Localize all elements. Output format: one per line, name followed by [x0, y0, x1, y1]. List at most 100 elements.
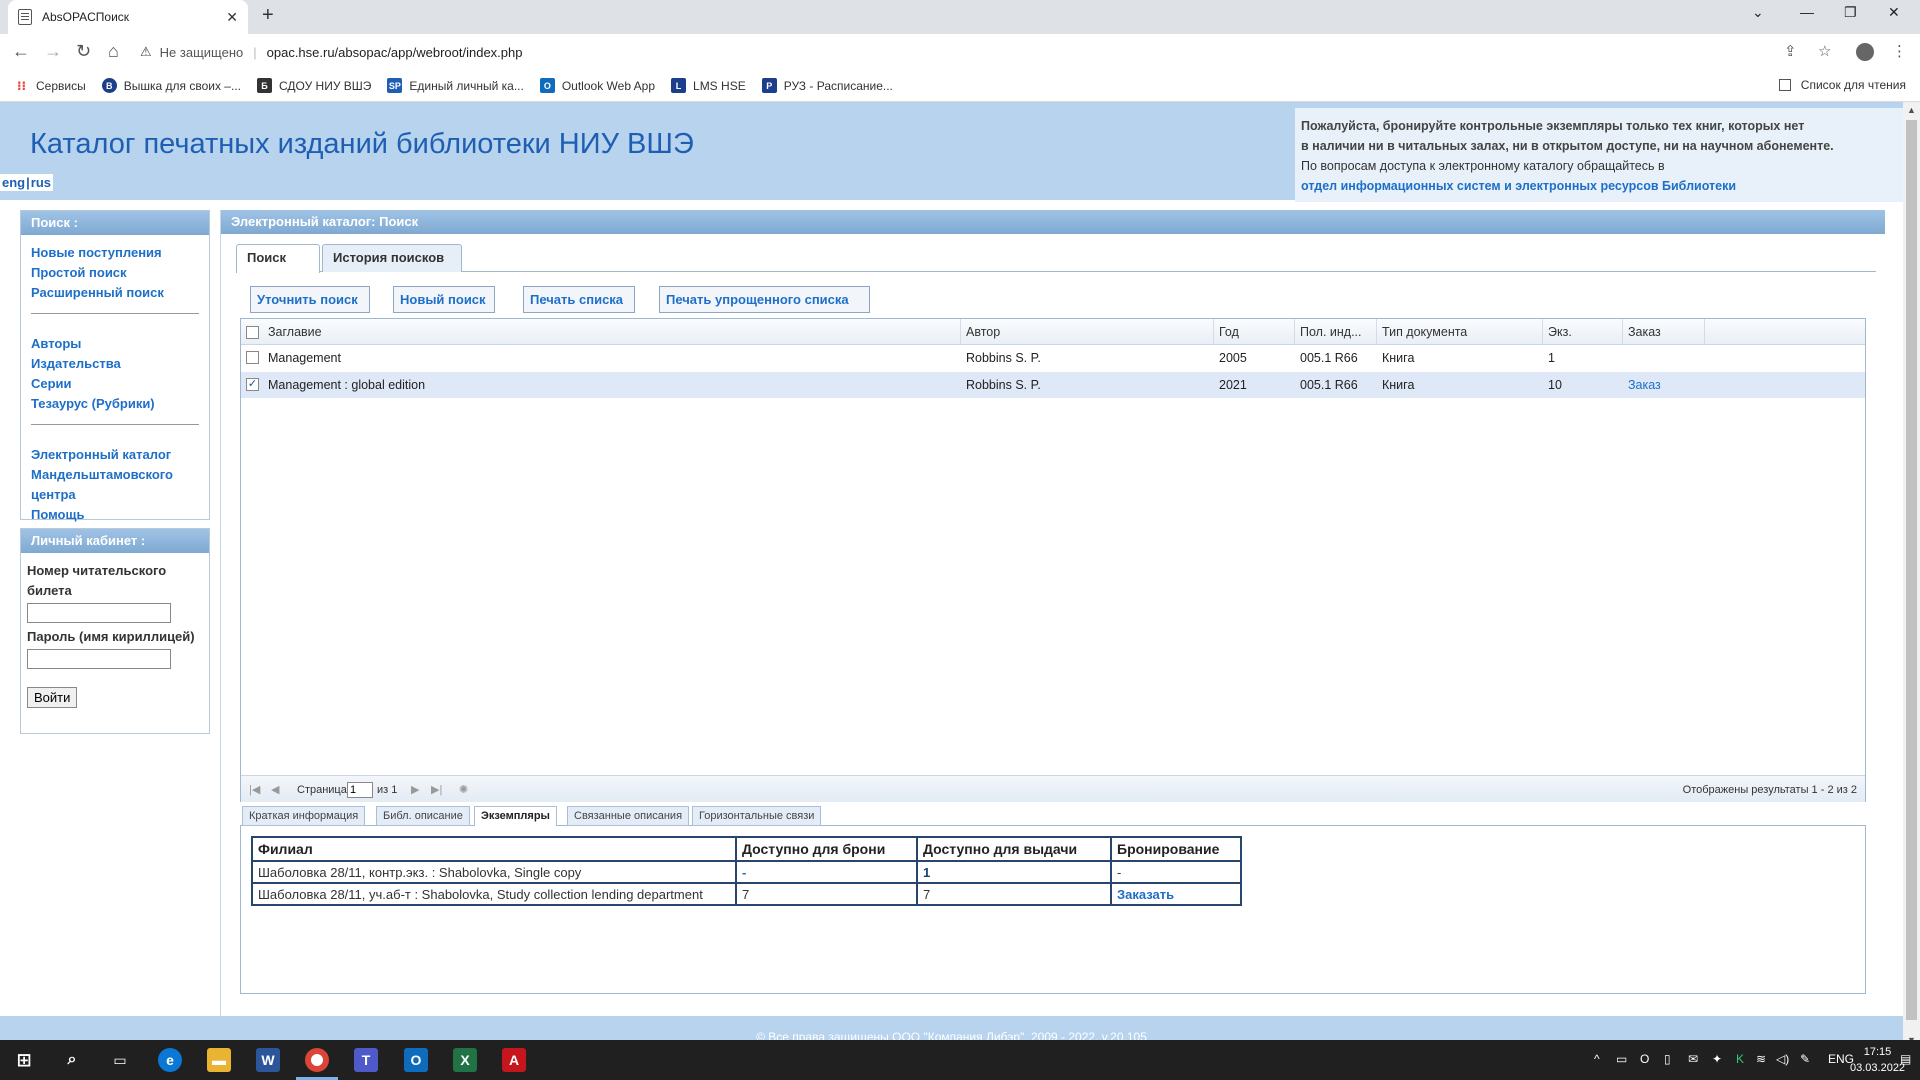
first-page-icon[interactable]: |◀ — [249, 783, 260, 796]
acrobat-icon[interactable]: A — [502, 1048, 526, 1072]
new-tab-button[interactable]: + — [262, 4, 274, 27]
tab-brief-info[interactable]: Краткая информация — [242, 806, 366, 826]
tray-volume-icon[interactable]: ◁) — [1776, 1052, 1789, 1066]
excel-icon[interactable]: X — [453, 1048, 477, 1072]
print-simple-list-button[interactable]: Печать упрощенного списка — [659, 286, 870, 313]
tray-teams-icon[interactable]: ✦ — [1712, 1052, 1722, 1066]
file-explorer-icon[interactable]: ▬ — [207, 1048, 231, 1072]
notifications-icon[interactable]: ▤ — [1900, 1052, 1911, 1066]
sidebar-link-help[interactable]: Помощь — [31, 505, 199, 525]
teams-icon[interactable]: T — [354, 1048, 378, 1072]
tray-wifi-icon[interactable]: ≋ — [1756, 1052, 1766, 1066]
search-tabs: Поиск История поисков — [236, 244, 1876, 273]
sidebar-link-publishers[interactable]: Издательства — [31, 354, 199, 374]
taskbar-clock[interactable]: 17:15 03.03.2022 — [1850, 1044, 1905, 1076]
refresh-icon[interactable]: ✺ — [459, 783, 468, 796]
search-icon[interactable]: ⌕ — [60, 1048, 84, 1072]
sidebar-link-series[interactable]: Серии — [31, 374, 199, 394]
col-order[interactable]: Заказ — [1623, 319, 1705, 345]
tray-mail-icon[interactable]: ✉ — [1688, 1052, 1698, 1066]
share-icon[interactable]: ⇪ — [1784, 42, 1797, 60]
bookmark-ruz[interactable]: Р РУЗ - Расписание... — [761, 78, 893, 93]
browser-tab[interactable]: AbsOPACПоиск ✕ — [8, 0, 248, 34]
lang-eng-link[interactable]: eng — [1, 175, 26, 190]
sidebar-link-simple-search[interactable]: Простой поиск — [31, 263, 199, 283]
select-all-checkbox[interactable] — [246, 326, 259, 339]
page-number-input[interactable] — [347, 782, 373, 798]
sidebar-link-advanced-search[interactable]: Расширенный поиск — [31, 283, 199, 303]
tray-network-icon[interactable]: ▭ — [1616, 1052, 1627, 1066]
word-icon[interactable]: W — [256, 1048, 280, 1072]
prev-page-icon[interactable]: ◀ — [271, 783, 279, 796]
back-icon[interactable]: ← — [12, 41, 30, 62]
login-button[interactable]: Войти — [27, 687, 78, 708]
bookmark-sdou[interactable]: Б СДОУ НИУ ВШЭ — [256, 78, 371, 93]
windows-start-icon[interactable]: ⊞ — [12, 1048, 36, 1072]
tab-search-history[interactable]: История поисков — [322, 244, 462, 272]
tray-chevron-icon[interactable]: ^ — [1594, 1052, 1600, 1066]
table-row[interactable]: Management Robbins S. P. 2005 005.1 R66 … — [241, 345, 1865, 371]
restore-icon[interactable]: ❐ — [1844, 4, 1857, 21]
ticket-number-input[interactable] — [27, 603, 171, 623]
it-department-link[interactable]: отдел информационных систем и электронны… — [1301, 179, 1736, 193]
password-input[interactable] — [27, 649, 171, 669]
reserve-link[interactable]: Заказать — [1117, 887, 1174, 902]
home-icon[interactable]: ⌂ — [108, 41, 119, 62]
sidebar-link-authors[interactable]: Авторы — [31, 334, 199, 354]
url-text[interactable]: opac.hse.ru/absopac/app/webroot/index.ph… — [267, 45, 523, 60]
tab-close-icon[interactable]: ✕ — [226, 9, 238, 26]
menu-kebab-icon[interactable]: ⋮ — [1892, 42, 1907, 60]
bookmark-lk[interactable]: SP Единый личный ка... — [387, 78, 524, 93]
row-checkbox-checked[interactable]: ✓ — [246, 378, 259, 391]
table-row[interactable]: ✓ Management : global edition Robbins S.… — [241, 372, 1865, 398]
window-close-icon[interactable]: ✕ — [1888, 4, 1900, 21]
new-search-button[interactable]: Новый поиск — [393, 286, 495, 313]
col-author[interactable]: Автор — [961, 319, 1214, 345]
row-checkbox[interactable] — [246, 351, 259, 364]
sidebar-link-new-arrivals[interactable]: Новые поступления — [31, 243, 199, 263]
reload-icon[interactable]: ↻ — [76, 41, 91, 62]
last-page-icon[interactable]: ▶| — [431, 783, 442, 796]
print-list-button[interactable]: Печать списка — [523, 286, 635, 313]
warning-icon[interactable]: ⚠ — [140, 44, 152, 60]
chrome-icon[interactable] — [305, 1048, 329, 1072]
security-label[interactable]: Не защищено — [160, 45, 244, 60]
tab-horizontal-links[interactable]: Горизонтальные связи — [692, 806, 822, 826]
bookmark-services[interactable]: ⁝⁝ Сервисы — [14, 78, 86, 93]
task-view-icon[interactable]: ▭ — [108, 1048, 132, 1072]
bookmark-outlook[interactable]: O Outlook Web App — [539, 78, 655, 93]
address-bar[interactable]: ⚠ Не защищено | opac.hse.ru/absopac/app/… — [140, 38, 1878, 66]
tab-related-descriptions[interactable]: Связанные описания — [567, 806, 690, 826]
tab-copies[interactable]: Экземпляры — [474, 806, 557, 827]
scroll-up-icon[interactable]: ▲ — [1907, 105, 1916, 115]
forward-icon[interactable]: → — [44, 41, 62, 62]
minimize-icon[interactable]: — — [1800, 4, 1814, 20]
tray-k-icon[interactable]: K — [1736, 1052, 1744, 1066]
col-copies[interactable]: Экз. — [1543, 319, 1623, 345]
next-page-icon[interactable]: ▶ — [411, 783, 419, 796]
scrollbar-thumb[interactable] — [1906, 120, 1917, 1020]
page-scrollbar[interactable]: ▲ ▼ — [1903, 102, 1920, 1048]
reading-list[interactable]: Список для чтения — [1778, 78, 1906, 92]
tab-bibl-description[interactable]: Библ. описание — [376, 806, 470, 826]
col-title[interactable]: Заглавие — [263, 319, 961, 345]
order-link[interactable]: Заказ — [1628, 378, 1661, 392]
lang-rus-link[interactable]: rus — [30, 175, 52, 190]
profile-avatar-icon[interactable] — [1856, 43, 1874, 61]
refine-search-button[interactable]: Уточнить поиск — [250, 286, 370, 313]
bookmark-star-icon[interactable]: ☆ — [1818, 42, 1831, 60]
sidebar-link-mandelstam-catalog[interactable]: Электронный каталог Мандельштамовского ц… — [31, 445, 199, 505]
bookmark-vyshka[interactable]: B Вышка для своих –... — [101, 78, 241, 93]
sidebar-link-thesaurus[interactable]: Тезаурус (Рубрики) — [31, 394, 199, 414]
bookmark-lms[interactable]: L LMS HSE — [671, 78, 746, 93]
tray-usb-icon[interactable]: ▯ — [1664, 1052, 1671, 1066]
tab-search-chevron-icon[interactable]: ⌄ — [1752, 4, 1764, 21]
col-year[interactable]: Год — [1214, 319, 1295, 345]
outlook-icon[interactable]: O — [404, 1048, 428, 1072]
col-doc-type[interactable]: Тип документа — [1377, 319, 1543, 345]
tray-pen-icon[interactable]: ✎ — [1800, 1052, 1810, 1066]
col-shelf-index[interactable]: Пол. инд... — [1295, 319, 1377, 345]
tab-search[interactable]: Поиск — [236, 244, 320, 273]
edge-icon[interactable]: e — [158, 1048, 182, 1072]
tray-outlook-icon[interactable]: O — [1640, 1052, 1649, 1066]
